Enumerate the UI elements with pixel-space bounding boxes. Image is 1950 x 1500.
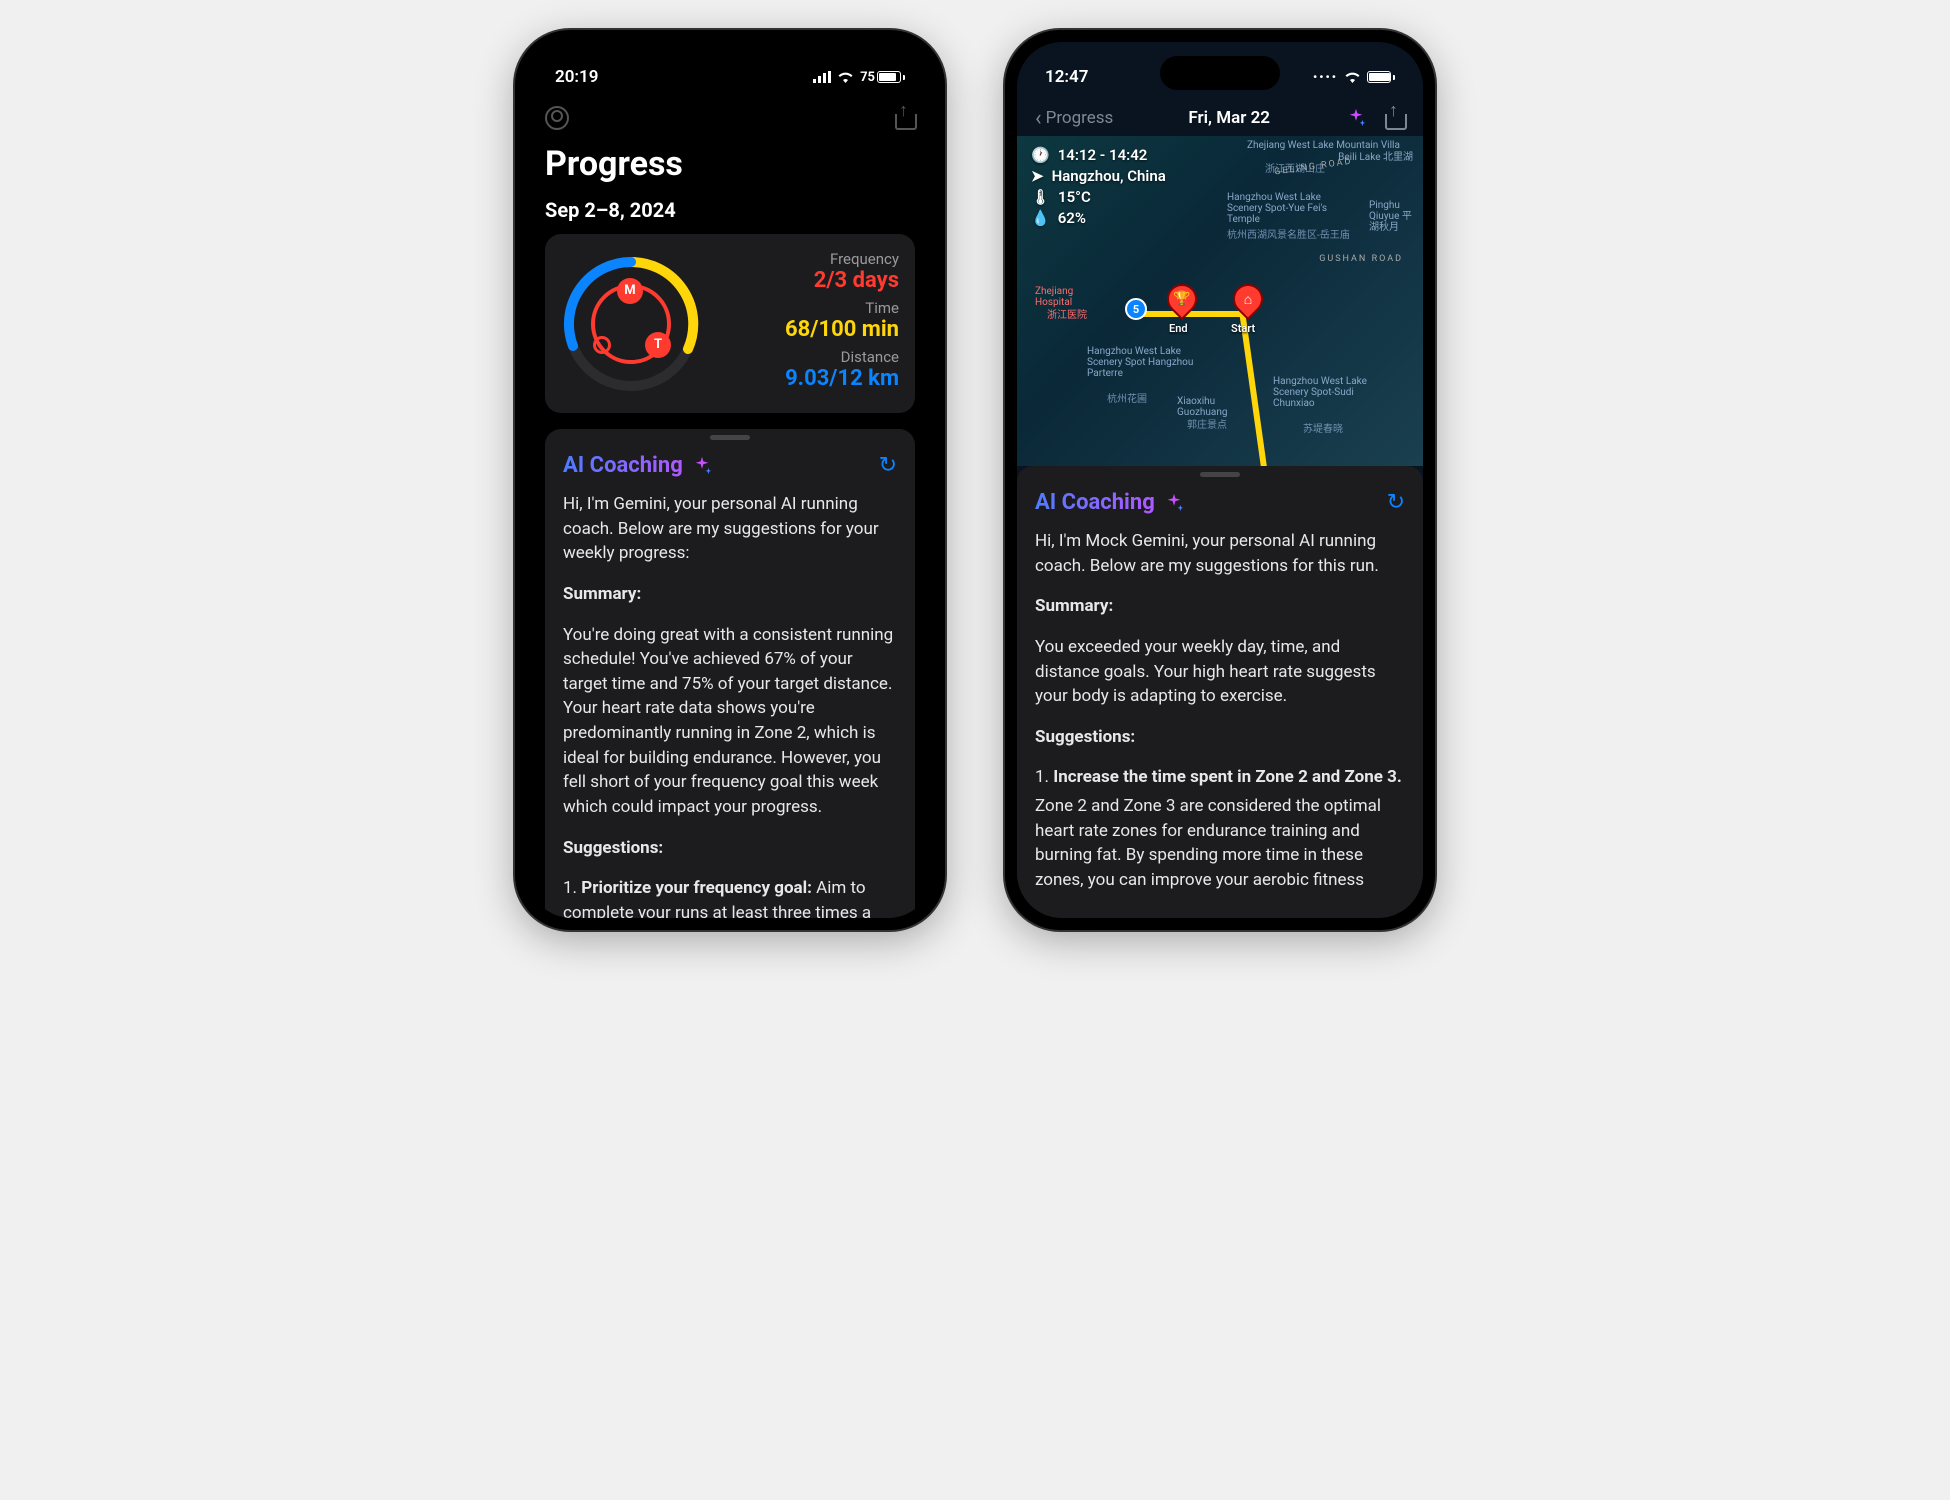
status-time: 12:47 — [1045, 67, 1088, 87]
nav-title: Fri, Mar 22 — [1188, 108, 1270, 128]
distance-label: Distance — [719, 348, 899, 366]
humidity-icon: 💧 — [1031, 209, 1050, 227]
day-marker-empty — [593, 336, 611, 354]
refresh-icon[interactable]: ↻ — [879, 453, 897, 478]
phone-right: 12:47 •••• ‹Progress Fri, Mar 22 Zhejian… — [1005, 30, 1435, 930]
status-time: 20:19 — [555, 67, 598, 87]
status-icons: •••• — [1313, 70, 1395, 84]
stats-card[interactable]: M T Frequency 2/3 days Time 68/100 min D… — [545, 234, 915, 413]
status-icons: 75 — [813, 70, 905, 85]
thermometer-icon: 🌡 — [1031, 188, 1050, 206]
distance-value: 9.03/12 km — [719, 366, 899, 391]
frequency-label: Frequency — [719, 250, 899, 268]
clock-icon: 🕐 — [1031, 146, 1050, 164]
day-marker: M — [617, 278, 643, 304]
phone-left: 20:19 75 Progress Sep 2–8, 2024 — [515, 30, 945, 930]
battery-icon — [1367, 71, 1395, 83]
waypoint-marker: 5 — [1125, 298, 1147, 320]
run-info-overlay: 🕐14:12 - 14:42 ➤Hangzhou, China 🌡15°C 💧6… — [1031, 146, 1166, 230]
page-title: Progress — [545, 144, 915, 184]
coaching-body: Hi, I'm Gemini, your personal AI running… — [563, 492, 897, 918]
dynamic-island — [670, 56, 790, 90]
sparkle-icon — [1163, 492, 1185, 514]
sparkle-icon[interactable] — [1345, 107, 1367, 129]
progress-rings: M T — [561, 254, 701, 394]
ai-coaching-card[interactable]: AI Coaching ↻ Hi, I'm Gemini, your perso… — [545, 429, 915, 918]
ai-coaching-card[interactable]: AI Coaching ↻ Hi, I'm Mock Gemini, your … — [1017, 466, 1423, 918]
back-button[interactable]: ‹Progress — [1035, 106, 1113, 131]
battery-icon: 75 — [860, 70, 905, 85]
date-range: Sep 2–8, 2024 — [545, 198, 915, 222]
map[interactable]: Zhejiang West Lake Mountain Villa 浙江西湖山庄… — [1017, 136, 1423, 466]
dynamic-island — [1160, 56, 1280, 90]
coaching-body: Hi, I'm Mock Gemini, your personal AI ru… — [1035, 529, 1405, 893]
profile-icon[interactable] — [545, 106, 569, 130]
sheet-grabber[interactable] — [710, 435, 750, 440]
coaching-title: AI Coaching — [563, 453, 713, 478]
sparkle-icon — [691, 455, 713, 477]
coaching-title: AI Coaching — [1035, 490, 1185, 515]
sheet-grabber[interactable] — [1200, 472, 1240, 477]
refresh-icon[interactable]: ↻ — [1387, 490, 1405, 515]
nav-bar — [527, 96, 933, 136]
nav-bar: ‹Progress Fri, Mar 22 — [1017, 96, 1423, 136]
time-label: Time — [719, 299, 899, 317]
stats-list: Frequency 2/3 days Time 68/100 min Dista… — [719, 250, 899, 397]
time-value: 68/100 min — [719, 317, 899, 342]
day-marker: T — [645, 332, 671, 358]
share-icon[interactable] — [1385, 106, 1405, 130]
location-icon: ➤ — [1031, 167, 1044, 185]
frequency-value: 2/3 days — [719, 268, 899, 293]
share-icon[interactable] — [895, 106, 915, 130]
